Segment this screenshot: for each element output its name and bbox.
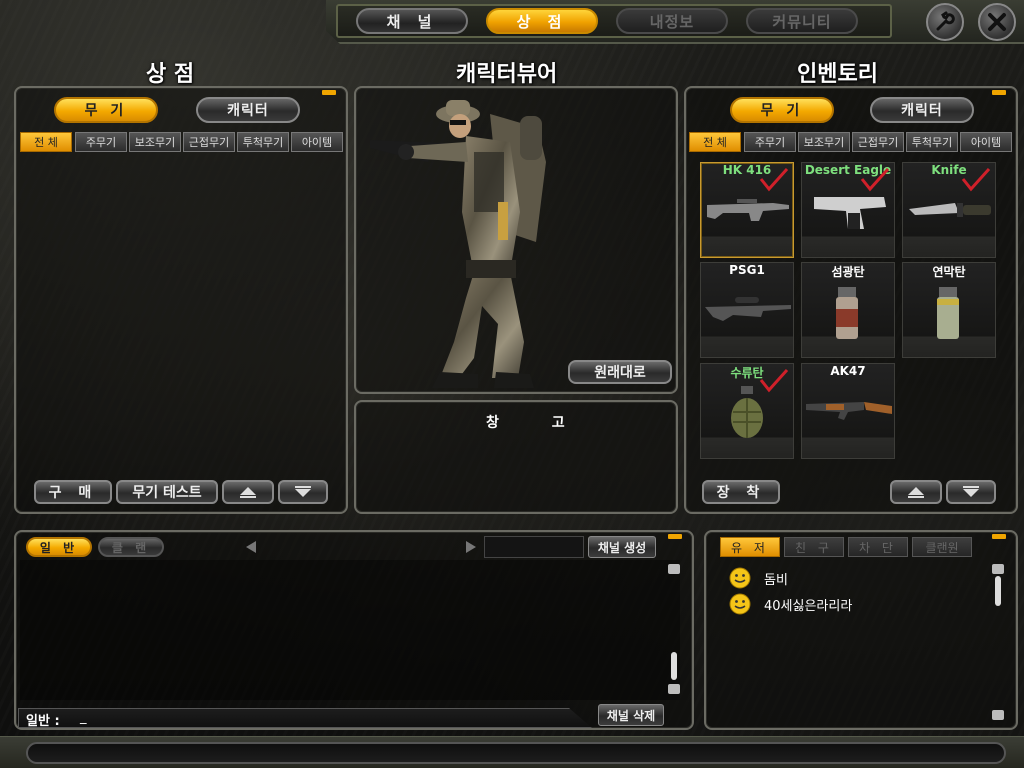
shop-tab-weapons[interactable]: 무 기 <box>54 97 158 123</box>
nav-tab-channel[interactable]: 채 널 <box>356 8 468 34</box>
chat-input-bar[interactable] <box>18 708 592 728</box>
inventory-subtab-items[interactable]: 아이템 <box>960 132 1012 152</box>
inventory-subtab-throwing[interactable]: 투척무기 <box>906 132 958 152</box>
prev-channel-icon[interactable] <box>244 540 258 554</box>
inventory-subtab-primary[interactable]: 주무기 <box>744 132 796 152</box>
close-icon <box>988 13 1006 31</box>
delete-channel-button[interactable]: 채널 삭제 <box>598 704 664 726</box>
chat-input-prefix: 일반 : <box>26 714 60 729</box>
channel-name-field[interactable] <box>484 536 584 558</box>
arrow-down-icon <box>963 486 979 497</box>
pistol-icon <box>814 197 886 229</box>
user-list-panel <box>704 530 1018 730</box>
inventory-slot[interactable]: 섬광탄 <box>801 262 895 358</box>
user-list-item[interactable]: 40세싫은라리라 <box>728 592 852 616</box>
arrow-down-icon <box>295 486 311 497</box>
inventory-title: 인벤토리 <box>797 62 878 87</box>
item-name: 섬광탄 <box>831 265 865 279</box>
nav-tab-my-info[interactable]: 내정보 <box>616 8 728 34</box>
chat-tab-general[interactable]: 일 반 <box>26 537 92 557</box>
inventory-slot[interactable]: 연막탄 <box>902 262 996 358</box>
user-name: 40세싫은라리라 <box>764 598 853 614</box>
inventory-slot[interactable]: PSG1 <box>700 262 794 358</box>
close-button[interactable] <box>978 3 1016 41</box>
weapon-test-button[interactable]: 무기 테스트 <box>116 480 218 504</box>
user-name: 돔비 <box>764 572 788 588</box>
settings-button[interactable] <box>926 3 964 41</box>
chat-scrollbar-thumb[interactable] <box>671 652 677 680</box>
next-channel-icon[interactable] <box>464 540 478 554</box>
arrow-up-icon <box>240 487 256 498</box>
shop-subtab-primary[interactable]: 주무기 <box>75 132 127 152</box>
chat-tab-clan[interactable]: 클 랜 <box>98 537 164 557</box>
panel-notch <box>668 534 682 539</box>
shop-title: 상 점 <box>146 62 195 87</box>
knife-icon <box>909 203 991 217</box>
sniper-rifle-icon <box>705 297 791 321</box>
ak47-icon <box>806 402 892 420</box>
chat-scroll-up-arrow[interactable] <box>668 564 680 574</box>
user-tab-clan-members[interactable]: 클랜원 <box>912 537 972 557</box>
buy-button[interactable]: 구 매 <box>34 480 112 504</box>
shop-subtab-secondary[interactable]: 보조무기 <box>129 132 181 152</box>
shop-subtab-items[interactable]: 아이템 <box>291 132 343 152</box>
soldier-character-model <box>370 100 546 388</box>
user-tab-users[interactable]: 유 저 <box>720 537 780 557</box>
shop-scroll-up-button[interactable] <box>222 480 274 504</box>
user-list-scrollbar-thumb[interactable] <box>995 576 1001 606</box>
shop-tab-character[interactable]: 캐릭터 <box>196 97 300 123</box>
smiley-icon <box>729 593 751 615</box>
user-list-scroll-down-arrow[interactable] <box>992 710 1004 720</box>
inventory-subtab-melee[interactable]: 근접무기 <box>852 132 904 152</box>
rifle-icon <box>707 199 789 221</box>
flashbang-icon <box>836 287 858 339</box>
item-name: AK47 <box>830 364 866 378</box>
inventory-slot[interactable]: Desert Eagle <box>801 162 895 258</box>
shop-scroll-down-button[interactable] <box>278 480 328 504</box>
nav-tab-community[interactable]: 커뮤니티 <box>746 8 858 34</box>
equip-button[interactable]: 장 착 <box>702 480 780 504</box>
inventory-slot[interactable]: AK47 <box>801 363 895 459</box>
chat-scroll-down-arrow[interactable] <box>668 684 680 694</box>
inventory-slot[interactable]: 수류탄 <box>700 363 794 459</box>
inventory-slot[interactable]: HK 416 <box>700 162 794 258</box>
nav-tab-shop[interactable]: 상 점 <box>486 8 598 34</box>
shop-subtab-all[interactable]: 전 체 <box>20 132 72 152</box>
inventory-subtab-all[interactable]: 전 체 <box>689 132 741 152</box>
item-name: 연막탄 <box>932 265 966 279</box>
wrench-icon <box>936 11 955 31</box>
shop-subtab-throwing[interactable]: 투척무기 <box>237 132 289 152</box>
shop-subtab-melee[interactable]: 근접무기 <box>183 132 235 152</box>
inventory-tab-character[interactable]: 캐릭터 <box>870 97 974 123</box>
user-list-item[interactable]: 돔비 <box>728 566 788 590</box>
user-tab-friends[interactable]: 친 구 <box>784 537 844 557</box>
character-viewer-title: 캐릭터뷰어 <box>456 62 558 87</box>
chat-message-area <box>20 560 680 700</box>
inventory-tab-weapons[interactable]: 무 기 <box>730 97 834 123</box>
panel-notch <box>992 90 1006 95</box>
frag-grenade-icon <box>731 386 763 438</box>
panel-notch <box>992 534 1006 539</box>
item-name: PSG1 <box>729 263 765 277</box>
panel-notch <box>322 90 336 95</box>
user-tab-blocked[interactable]: 차 단 <box>848 537 908 557</box>
inventory-scroll-down-button[interactable] <box>946 480 996 504</box>
inventory-slot[interactable]: Knife <box>902 162 996 258</box>
create-channel-button[interactable]: 채널 생성 <box>588 536 656 558</box>
smiley-icon <box>729 567 751 589</box>
chat-input-text[interactable]: _ <box>80 710 87 725</box>
warehouse-label: 창 고 <box>486 415 589 431</box>
reset-view-button[interactable]: 원래대로 <box>568 360 672 384</box>
bottom-status-track <box>26 742 1006 764</box>
inventory-scroll-up-button[interactable] <box>890 480 942 504</box>
user-list-scroll-up-arrow[interactable] <box>992 564 1004 574</box>
arrow-up-icon <box>908 487 924 498</box>
smoke-grenade-icon <box>937 287 959 339</box>
inventory-subtab-secondary[interactable]: 보조무기 <box>798 132 850 152</box>
